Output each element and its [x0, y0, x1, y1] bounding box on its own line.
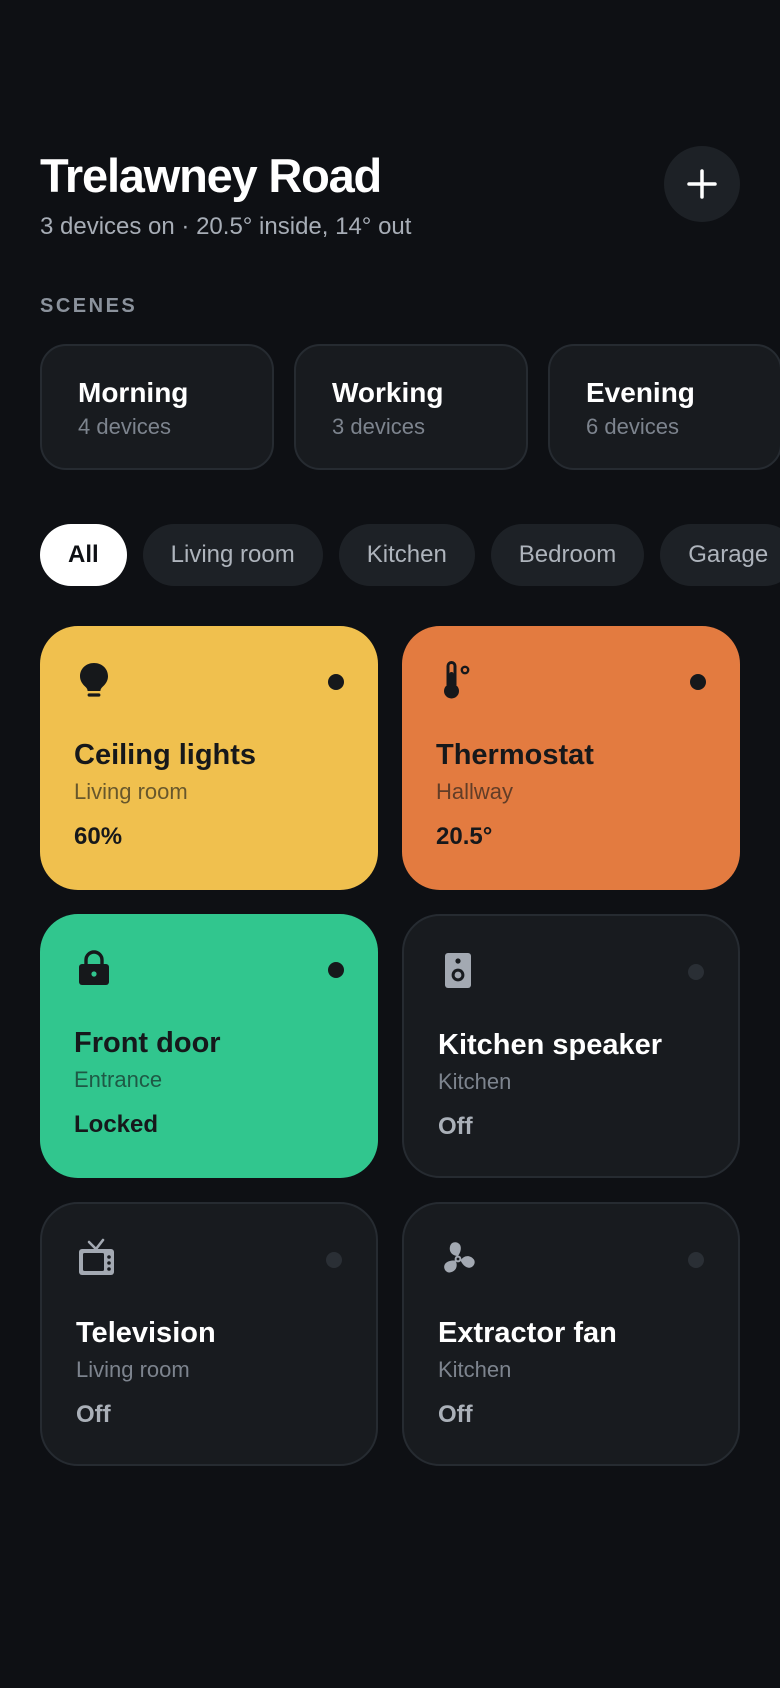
- device-room: Kitchen: [438, 1357, 512, 1382]
- scene-device-count: 4 devices: [78, 414, 171, 439]
- add-device-button[interactable]: [664, 146, 740, 222]
- lock-icon: [79, 950, 109, 985]
- device-room: Living room: [76, 1357, 190, 1382]
- filter-chip-living-room[interactable]: Living room: [142, 524, 323, 586]
- device-name: Kitchen speaker: [438, 1029, 663, 1061]
- device-state: Off: [438, 1401, 473, 1428]
- device-grid: Ceiling lights Living room 60% Thermosta…: [40, 626, 740, 1466]
- status-dot: [328, 962, 344, 978]
- device-name: Extractor fan: [438, 1317, 617, 1349]
- device-state: Off: [438, 1113, 473, 1140]
- page-title: Trelawney Road: [40, 149, 382, 202]
- scene-device-count: 3 devices: [332, 414, 425, 439]
- status-dot: [328, 674, 344, 690]
- device-room: Living room: [74, 779, 188, 804]
- device-room: Kitchen: [438, 1069, 512, 1094]
- scenes-list: Morning 4 devices Working 3 devices Even…: [40, 344, 780, 470]
- device-name: Ceiling lights: [74, 739, 257, 771]
- scene-name: Morning: [78, 377, 189, 408]
- device-state: Locked: [74, 1111, 159, 1138]
- page-subtitle: 3 devices on · 20.5° inside, 14° out: [40, 213, 412, 240]
- lightbulb-icon: [80, 663, 108, 697]
- filter-chip-bedroom[interactable]: Bedroom: [490, 524, 645, 586]
- status-dot: [688, 1252, 704, 1268]
- device-name: Television: [76, 1317, 216, 1349]
- device-card-television[interactable]: Television Living room Off: [40, 1202, 378, 1466]
- scenes-section-label: SCENES: [40, 295, 138, 317]
- filter-chip-all[interactable]: All: [40, 524, 127, 586]
- scene-name: Evening: [586, 377, 695, 408]
- device-state: Off: [76, 1401, 111, 1428]
- header: Trelawney Road 3 devices on · 20.5° insi…: [40, 148, 740, 242]
- device-state: 20.5°: [436, 823, 493, 850]
- status-dot: [688, 964, 704, 980]
- tv-icon: [79, 1238, 114, 1275]
- device-room: Hallway: [436, 779, 514, 804]
- device-room: Entrance: [74, 1067, 163, 1092]
- scene-name: Working: [332, 377, 444, 408]
- device-card-ceiling-lights[interactable]: Ceiling lights Living room 60%: [40, 626, 378, 890]
- scene-device-count: 6 devices: [586, 414, 679, 439]
- scene-working[interactable]: Working 3 devices: [294, 344, 528, 470]
- plus-icon: [687, 169, 717, 199]
- device-card-kitchen-speaker[interactable]: Kitchen speaker Kitchen Off: [402, 914, 740, 1178]
- fan-icon: [444, 1242, 475, 1273]
- device-state: 60%: [74, 823, 123, 850]
- device-name: Thermostat: [436, 739, 594, 771]
- device-card-front-door[interactable]: Front door Entrance Locked: [40, 914, 378, 1178]
- status-dot: [326, 1252, 342, 1268]
- scene-morning[interactable]: Morning 4 devices: [40, 344, 274, 470]
- device-name: Front door: [74, 1027, 221, 1059]
- device-card-extractor-fan[interactable]: Extractor fan Kitchen Off: [402, 1202, 740, 1466]
- status-dot: [690, 674, 706, 690]
- device-card-thermostat[interactable]: Thermostat Hallway 20.5°: [402, 626, 740, 890]
- scene-evening[interactable]: Evening 6 devices: [548, 344, 780, 470]
- speaker-icon: [445, 953, 471, 988]
- room-filter-chips: All Living room Kitchen Bedroom Garage: [40, 524, 780, 586]
- thermometer-icon: [444, 661, 470, 699]
- filter-chip-garage[interactable]: Garage: [660, 524, 780, 586]
- filter-chip-kitchen[interactable]: Kitchen: [338, 524, 475, 586]
